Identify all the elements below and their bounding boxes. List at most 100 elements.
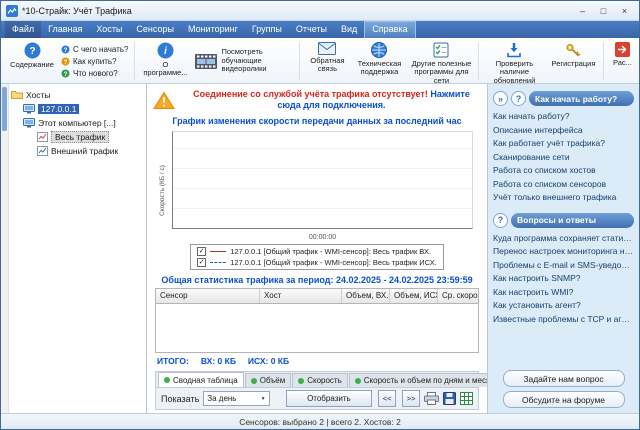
help-question-icon: ? xyxy=(24,42,41,59)
help-link[interactable]: Как работает учёт трафика? xyxy=(493,137,634,151)
support-button[interactable]: Техническая поддержка xyxy=(351,40,407,82)
print-icon[interactable] xyxy=(424,392,439,405)
menu-sensors[interactable]: Сенсоры xyxy=(129,21,181,38)
cart-icon: ? xyxy=(61,57,70,66)
help-link[interactable]: Работа со списком сенсоров xyxy=(493,178,634,192)
feedback-button[interactable]: Обратная связь xyxy=(303,40,351,82)
tree-item-host-127[interactable]: 127.0.0.1 xyxy=(11,102,144,116)
export-table-icon[interactable] xyxy=(460,392,473,405)
app-window: *10-Страйк: Учёт Трафика – □ × Файл Глав… xyxy=(0,0,640,430)
help-link[interactable]: Учёт только внешнего трафика xyxy=(493,191,634,205)
menu-file[interactable]: Файл xyxy=(5,21,41,38)
sensor-chart-icon xyxy=(37,132,48,142)
folder-icon xyxy=(11,90,23,100)
legend-row-outgoing[interactable]: ✓ 127.0.0.1 [Общий трафик - WMI-сенсор]:… xyxy=(197,258,437,267)
display-button[interactable]: Отобразить xyxy=(286,390,373,407)
other-programs-button[interactable]: Другие полезные программы для сети xyxy=(407,40,475,82)
menu-bar: Файл Главная Хосты Сенсоры Мониторинг Гр… xyxy=(1,21,639,38)
faq-link[interactable]: Как настроить SNMP? xyxy=(493,272,634,286)
ask-question-button[interactable]: Задайте нам вопрос xyxy=(503,370,625,387)
menu-monitoring[interactable]: Мониторинг xyxy=(181,21,245,38)
svg-text:?: ? xyxy=(64,71,68,77)
column-header-sensor[interactable]: Сенсор xyxy=(156,289,260,303)
column-header-volume-out[interactable]: Объем, ИСХ. xyxy=(390,289,438,303)
faq-link[interactable]: Как установить агент? xyxy=(493,299,634,313)
menu-hosts[interactable]: Хосты xyxy=(89,21,129,38)
app-icon xyxy=(6,5,18,17)
legend-checkbox-incoming[interactable]: ✓ xyxy=(197,247,206,256)
save-icon[interactable] xyxy=(443,392,456,405)
ribbon-separator xyxy=(603,42,604,80)
about-button[interactable]: i О программе... xyxy=(138,40,192,82)
faq-link[interactable]: Проблемы с E-mail и SMS-уведомлени... xyxy=(493,259,634,273)
info-icon: i xyxy=(157,42,174,59)
chart-y-axis-label: Скорость (КБ / с) xyxy=(157,129,168,241)
faq-link[interactable]: Куда программа сохраняет статистик... xyxy=(493,232,634,246)
minimize-button[interactable]: – xyxy=(573,4,592,18)
menu-reports[interactable]: Отчеты xyxy=(289,21,334,38)
ribbon-separator xyxy=(134,42,135,80)
faq-link[interactable]: Как настроить WMI? xyxy=(493,286,634,300)
help-link[interactable]: Сканирование сети xyxy=(493,151,634,165)
tree-item-external-traffic[interactable]: Внешний трафик xyxy=(11,144,144,158)
warning-icon xyxy=(153,91,175,110)
column-header-volume-in[interactable]: Объем, ВХ. xyxy=(342,289,390,303)
videos-button[interactable]: Посмотреть обучающие видеоролики xyxy=(192,40,296,82)
period-select[interactable]: За день ▼ xyxy=(203,391,269,406)
chart-legend: ✓ 127.0.0.1 [Общий трафик - WMI-сенсор]:… xyxy=(190,244,444,270)
legend-row-incoming[interactable]: ✓ 127.0.0.1 [Общий трафик - WMI-сенсор]:… xyxy=(197,247,437,256)
prev-period-button[interactable]: << xyxy=(378,390,396,407)
tree-scrollbar[interactable] xyxy=(1,84,9,413)
help-link[interactable]: Как начать работу? xyxy=(493,110,634,124)
registration-button[interactable]: Регистрация xyxy=(546,40,600,82)
next-period-button[interactable]: >> xyxy=(402,390,420,407)
tab-speed[interactable]: Скорость xyxy=(292,373,348,387)
tree-item-hosts-root[interactable]: Хосты xyxy=(11,88,144,102)
faq-link[interactable]: Перенос настроек мониторинга на др... xyxy=(493,245,634,259)
getting-started-link[interactable]: ? С чего начать? xyxy=(61,45,128,54)
sensor-chart-icon xyxy=(37,146,48,156)
mail-icon xyxy=(318,42,336,55)
view-tabs-bar: Сводная таблица Объём Скорость Скорость … xyxy=(155,371,479,388)
menu-home[interactable]: Главная xyxy=(41,21,89,38)
column-header-host[interactable]: Хост xyxy=(260,289,342,303)
quick-links-group: ? С чего начать? ? Как купить? ? Что нов… xyxy=(58,40,131,82)
help-link[interactable]: Описание интерфейса xyxy=(493,124,634,138)
chart-title: График изменения скорости передачи данны… xyxy=(153,116,481,126)
tab-volume[interactable]: Объём xyxy=(245,373,292,387)
connection-alert-link[interactable]: Соединение со службой учёта трафика отсу… xyxy=(153,89,481,112)
chart-x-tick: 00:00:00 xyxy=(309,234,336,241)
speed-chart: Скорость (КБ / с) 00:00:00 xyxy=(157,129,477,241)
green-dot-icon xyxy=(164,377,170,383)
check-updates-button[interactable]: Проверить наличие обновлений xyxy=(482,40,546,82)
help-link[interactable]: Работа со списком хостов xyxy=(493,164,634,178)
close-button[interactable]: × xyxy=(615,4,634,18)
ribbon-toolbar: ? Содержание ? С чего начать? ? Как купи… xyxy=(1,38,639,84)
column-header-avg-speed-in[interactable]: Ср. скорость, ВХ. xyxy=(438,289,478,303)
extensions-button-truncated[interactable]: Рас... xyxy=(607,40,637,82)
faq-link[interactable]: Известные проблемы с TCP и агентом xyxy=(493,313,634,327)
lifebuoy-icon: » xyxy=(493,91,508,106)
tab-summary-table[interactable]: Сводная таблица xyxy=(158,372,244,387)
globe-icon xyxy=(371,42,387,58)
forum-button[interactable]: Обсудите на форуме xyxy=(503,391,625,408)
computer-icon xyxy=(23,104,35,114)
chevron-down-icon: ▼ xyxy=(261,396,266,402)
menu-groups[interactable]: Группы xyxy=(245,21,289,38)
menu-help[interactable]: Справка xyxy=(364,21,415,38)
how-to-buy-link[interactable]: ? Как купить? xyxy=(61,57,128,66)
contents-button[interactable]: ? Содержание xyxy=(6,40,58,82)
whats-new-link[interactable]: ? Что нового? xyxy=(61,69,128,78)
bottom-controls-bar: Показать За день ▼ Отобразить << >> xyxy=(155,388,479,410)
ribbon-separator xyxy=(478,42,479,80)
tree-scrollbar-thumb[interactable] xyxy=(2,87,7,131)
svg-text:i: i xyxy=(164,46,167,57)
legend-checkbox-outgoing[interactable]: ✓ xyxy=(197,258,206,267)
menu-view[interactable]: Вид xyxy=(334,21,364,38)
arrow-box-icon xyxy=(615,42,630,57)
stats-period-header: Общая статистика трафика за период: 24.0… xyxy=(153,275,481,285)
show-label: Показать xyxy=(161,394,199,404)
tree-item-this-computer[interactable]: Этот компьютер [...] xyxy=(11,116,144,130)
tree-item-all-traffic[interactable]: Весь трафик xyxy=(11,130,144,144)
maximize-button[interactable]: □ xyxy=(594,4,613,18)
